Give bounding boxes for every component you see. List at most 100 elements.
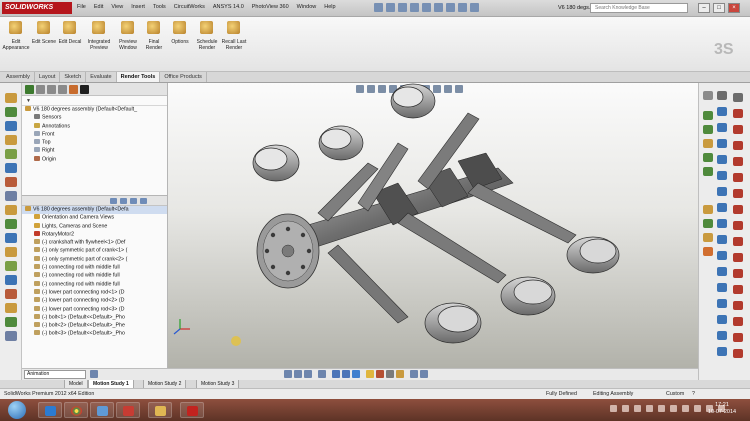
tool-icon[interactable] [733,285,743,294]
tool-icon[interactable] [5,233,17,243]
tool-icon[interactable] [5,177,17,187]
dimxpert-tab-icon[interactable] [58,85,67,94]
filter-icon[interactable] [120,198,127,204]
edit-scene-button[interactable]: Edit Scene [30,21,58,45]
contact-icon[interactable] [386,370,394,378]
tree-item[interactable]: Right [22,147,167,155]
minimize-button[interactable]: – [698,3,710,13]
tool-icon[interactable] [5,135,17,145]
options-icon[interactable] [470,3,479,12]
render-tab-icon[interactable] [80,85,89,94]
tool-icon[interactable] [733,109,743,118]
tool-icon[interactable] [733,237,743,246]
tray-icon[interactable] [610,405,617,412]
pistons[interactable] [252,83,620,344]
undo-icon[interactable] [422,3,431,12]
menu-insert[interactable]: Insert [131,4,145,10]
play-from-start-icon[interactable] [284,370,292,378]
preview-window-button[interactable]: Preview Window [114,21,142,51]
tool-icon[interactable] [717,123,727,132]
tree-item[interactable]: Annotations [22,122,167,131]
gravity-icon[interactable] [396,370,404,378]
tree-item[interactable]: (-) lower part connecting rod<1> (D [22,288,167,297]
tool-icon[interactable] [717,299,727,308]
play-icon[interactable] [294,370,302,378]
filter-bar[interactable]: ▼ [22,96,167,106]
tray-icon[interactable] [670,405,677,412]
menu-window[interactable]: Window [297,4,317,10]
solidworks-logo[interactable]: SOLIDWORKS [2,2,72,14]
feature-tree-tab-icon[interactable] [25,85,34,94]
tool-icon[interactable] [717,155,727,164]
tool-icon[interactable] [5,93,17,103]
taskbar-app-explorer[interactable] [148,402,172,418]
add-key-icon[interactable] [352,370,360,378]
tool-icon[interactable] [703,219,713,228]
save-animation-icon[interactable] [318,370,326,378]
tree-item[interactable]: (-) crankshaft with flywheel<1> (Def [22,239,167,247]
property-tab-icon[interactable] [36,85,45,94]
taskbar-app-chrome[interactable] [64,402,88,418]
clock[interactable]: 17:21 10-07-2014 [702,402,742,416]
tool-icon[interactable] [717,91,727,100]
tool-icon[interactable] [733,157,743,166]
autokey-icon[interactable] [342,370,350,378]
tool-icon[interactable] [5,247,17,257]
tool-icon[interactable] [733,189,743,198]
tool-icon[interactable] [717,171,727,180]
tool-icon[interactable] [703,125,713,134]
tool-icon[interactable] [5,149,17,159]
select-icon[interactable] [434,3,443,12]
tool-icon[interactable] [733,349,743,358]
start-button[interactable] [8,401,26,419]
tree-item[interactable]: Sensors [22,114,167,122]
display-tab-icon[interactable] [69,85,78,94]
tool-icon[interactable] [5,205,17,215]
tool-icon[interactable] [717,219,727,228]
tool-icon[interactable] [717,187,727,196]
tab-layout[interactable]: Layout [35,72,61,82]
schedule-render-button[interactable]: Schedule Render [193,21,221,51]
tree-item[interactable]: (-) bolt<3> (Default<<Default>_Pho [22,330,167,338]
tool-icon[interactable] [703,111,713,120]
study-type-select[interactable]: Animation [24,370,86,379]
results-icon[interactable] [410,370,418,378]
tool-icon[interactable] [703,91,713,100]
tool-icon[interactable] [733,93,743,102]
tool-icon[interactable] [5,219,17,229]
spring-icon[interactable] [376,370,384,378]
tool-icon[interactable] [717,251,727,260]
tool-icon[interactable] [733,141,743,150]
maximize-button[interactable]: □ [713,3,725,13]
tool-icon[interactable] [5,303,17,313]
save-icon[interactable] [398,3,407,12]
tool-icon[interactable] [733,205,743,214]
options-button[interactable]: Options [166,21,194,45]
taskbar-app-player[interactable] [90,402,114,418]
open-icon[interactable] [386,3,395,12]
calculate-icon[interactable] [90,370,98,378]
menu-file[interactable]: File [77,4,86,10]
menu-tools[interactable]: Tools [153,4,166,10]
taskbar-app-solidworks[interactable] [180,402,204,418]
rebuild-icon[interactable] [446,3,455,12]
tool-icon[interactable] [703,233,713,242]
tree-item[interactable]: RotaryMotor2 [22,230,167,239]
tray-icon[interactable] [658,405,665,412]
tool-icon[interactable] [703,247,713,256]
tool-icon[interactable] [5,163,17,173]
tab-assembly[interactable]: Assembly [2,72,35,82]
menu-edit[interactable]: Edit [94,4,103,10]
tab-sketch[interactable]: Sketch [60,72,87,82]
tree-item[interactable]: (-) bolt<1> (Default<<Default>_Pho [22,313,167,322]
tree-item[interactable]: V6 180 degrees assembly (Default<Defa [22,206,167,215]
tool-icon[interactable] [733,333,743,342]
motor-icon[interactable] [366,370,374,378]
tool-icon[interactable] [5,107,17,117]
stop-icon[interactable] [304,370,312,378]
tree-item[interactable]: Origin [22,155,167,164]
tray-icon[interactable] [682,405,689,412]
tab-evaluate[interactable]: Evaluate [86,72,117,82]
taskbar-app-ie[interactable] [38,402,62,418]
tool-icon[interactable] [717,203,727,212]
